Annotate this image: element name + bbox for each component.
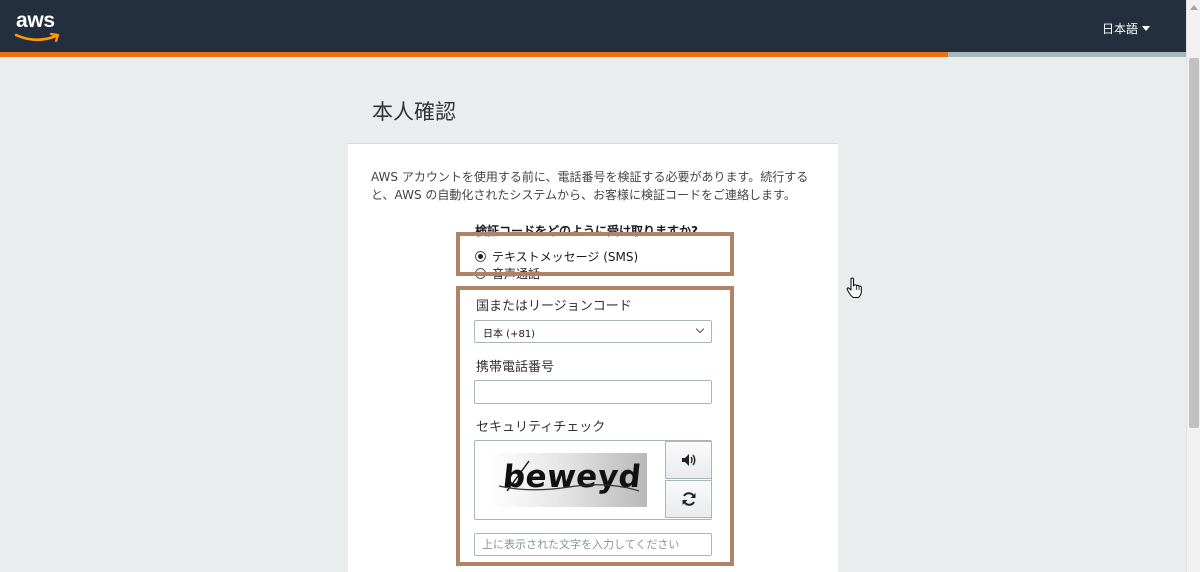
hand-cursor-icon [846,277,862,298]
page-title: 本人確認 [372,100,456,124]
sms-radio-button[interactable] [475,251,486,262]
speaker-icon [681,454,695,466]
aws-smile-icon [14,32,60,43]
captcha-container: beweyd [474,440,712,520]
captcha-noise-lines [498,460,640,492]
aws-logo-text: aws [16,9,55,32]
caret-down-icon [1142,26,1150,31]
phone-number-label: 携帯電話番号 [476,360,555,375]
progress-bar-fill [0,52,948,57]
vertical-scrollbar[interactable] [1186,0,1200,572]
captcha-image: beweyd [489,453,647,507]
scroll-up-arrow-icon[interactable] [1190,5,1198,10]
sms-option-label: テキストメッセージ (SMS) [492,250,639,264]
captcha-answer-input[interactable] [474,533,712,556]
language-selector[interactable]: 日本語 [1102,20,1150,37]
aws-logo[interactable]: aws [14,9,66,45]
country-code-select[interactable]: 日本 (+81) [474,320,712,343]
voice-call-option-label: 音声通話 [492,267,541,281]
chevron-down-icon [695,324,705,334]
signup-progress-bar [0,52,1186,57]
phone-number-input[interactable] [474,380,712,404]
country-code-label: 国またはリージョンコード [476,299,632,314]
security-check-label: セキュリティチェック [476,420,606,435]
captcha-refresh-button[interactable] [665,480,712,518]
refresh-icon [682,492,695,506]
verification-card: AWS アカウントを使用する前に、電話番号を検証する必要があります。続行すると、… [348,144,838,572]
voice-call-radio-button[interactable] [475,268,486,279]
captcha-audio-button[interactable] [665,441,712,479]
top-navigation-bar: aws 日本語 [0,0,1186,52]
country-code-value: 日本 (+81) [483,329,536,340]
delivery-method-question: 検証コードをどのように受け取りますか? [475,224,698,238]
radio-option-voice-call[interactable]: 音声通話 [475,265,540,282]
intro-text: AWS アカウントを使用する前に、電話番号を検証する必要があります。続行すると、… [371,170,809,202]
scrollbar-thumb[interactable] [1189,58,1199,428]
language-label: 日本語 [1101,22,1138,36]
radio-option-sms[interactable]: テキストメッセージ (SMS) [475,248,638,265]
